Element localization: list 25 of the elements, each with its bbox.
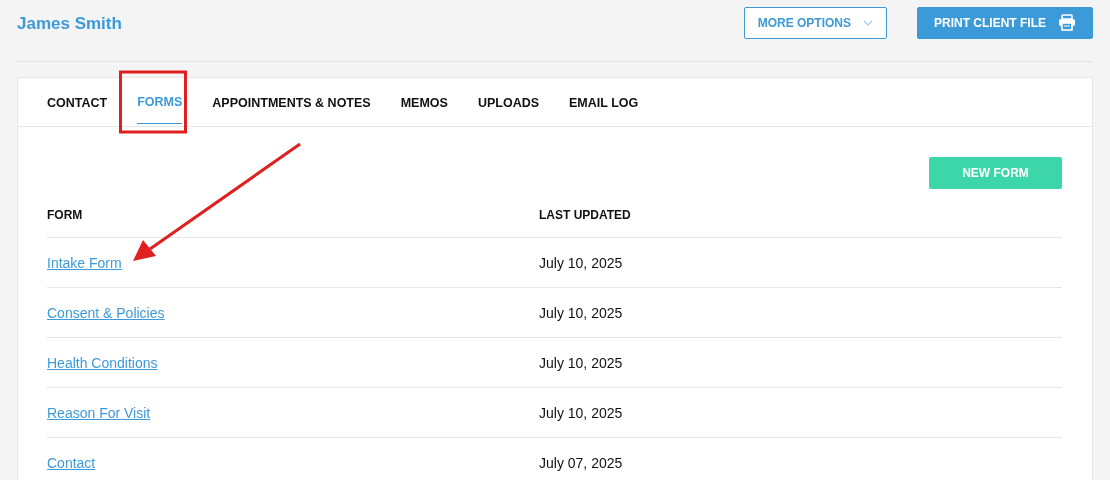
date-text: July 10, 2025 [539, 254, 623, 271]
form-link[interactable]: Contact [47, 454, 96, 471]
tab[interactable]: APPOINTMENTS & NOTES [212, 78, 371, 126]
caret-icon [863, 19, 873, 26]
print-client-file-button[interactable]: PRINT CLIENT FILE [917, 6, 1093, 39]
highlight-box [119, 70, 187, 134]
more-options-button[interactable]: MORE OPTIONS [743, 6, 887, 39]
form-link[interactable]: Reason For Visit [47, 404, 151, 421]
printer-icon [1058, 14, 1076, 31]
tab[interactable]: FORMS [137, 78, 183, 124]
tab[interactable]: EMAIL LOG [569, 78, 639, 126]
form-link[interactable]: Consent & Policies [47, 304, 165, 321]
form-link[interactable]: Health Conditions [47, 354, 158, 371]
client-name: James Smith [17, 13, 123, 34]
tab[interactable]: CONTACT [47, 78, 108, 126]
date-text: July 10, 2025 [539, 304, 623, 321]
column-header: LAST UPDATED [539, 208, 631, 222]
date-text: July 07, 2025 [539, 454, 623, 471]
form-link[interactable]: Intake Form [47, 254, 122, 271]
date-text: July 10, 2025 [539, 354, 623, 371]
date-text: July 10, 2025 [539, 404, 623, 421]
new-form-button[interactable]: NEW FORM [929, 157, 1062, 189]
tab[interactable]: MEMOS [400, 78, 448, 126]
tab[interactable]: UPLOADS [477, 78, 540, 126]
column-header: FORM [47, 208, 83, 222]
